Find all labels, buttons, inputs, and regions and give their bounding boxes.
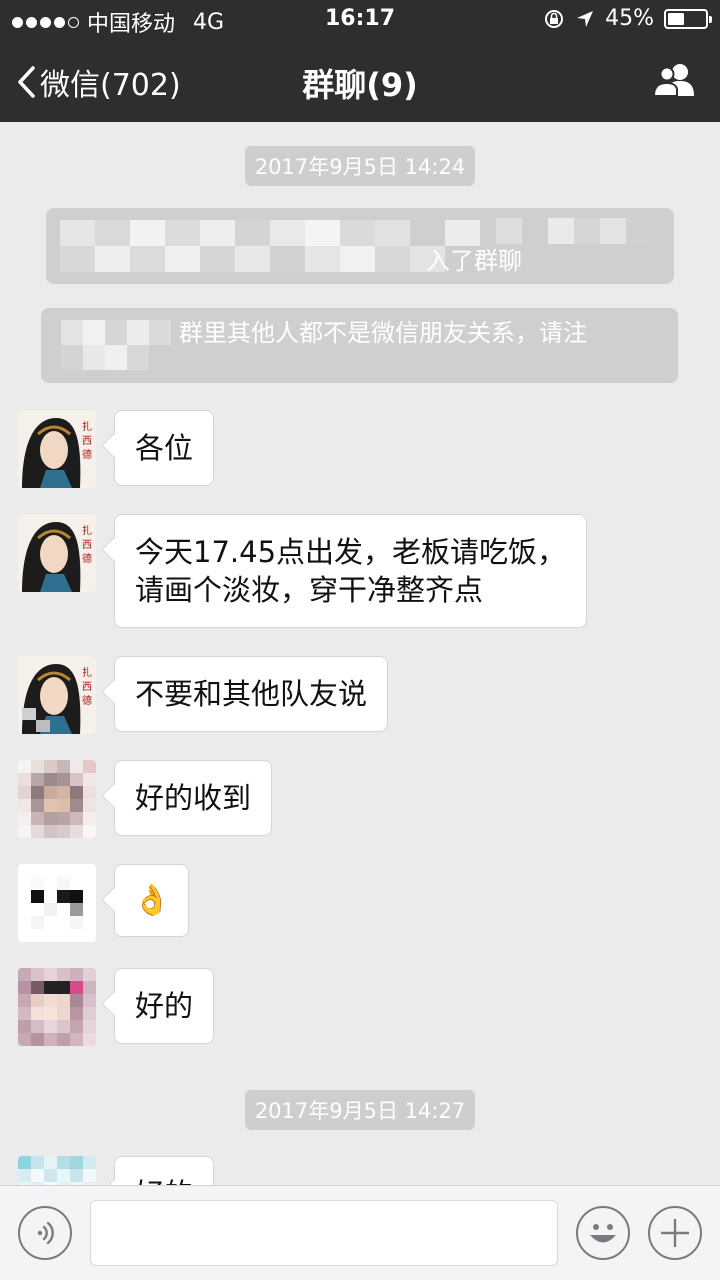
system-message: 群里其他人都不是微信朋友关系，请注 xyxy=(41,308,678,383)
svg-text:扎: 扎 xyxy=(82,524,92,537)
message-row: 👌 xyxy=(18,864,190,942)
message-row: 扎 西 德 各位 xyxy=(18,410,215,488)
pixelated-names xyxy=(60,220,480,272)
message-input[interactable] xyxy=(90,1200,558,1266)
input-bar xyxy=(0,1185,720,1280)
message-bubble[interactable]: 今天17.45点出发，老板请吃饭， 请画个淡妆，穿干净整齐点 xyxy=(114,514,588,628)
svg-text:西: 西 xyxy=(82,682,92,693)
ok-hand-emoji: 👌 xyxy=(133,883,171,918)
message-row: 好的 xyxy=(18,1156,215,1185)
pixelated-names xyxy=(61,320,171,370)
svg-text:西: 西 xyxy=(82,540,92,551)
message-text: 各位 xyxy=(135,431,194,465)
system-message: 入了群聊 xyxy=(46,208,674,284)
location-arrow-icon xyxy=(577,10,594,27)
timestamp-chip: 2017年9月5日 14:24 xyxy=(0,146,720,186)
page-title: 群聊(9) xyxy=(302,66,418,104)
chat-area[interactable]: 2017年9月5日 14:24 入了群聊 群里其他人都不是微信朋友关系，请注 扎… xyxy=(0,122,720,1185)
pixelated-avatar xyxy=(18,760,96,838)
message-row: 好的收到 xyxy=(18,760,273,838)
voice-toggle-button[interactable] xyxy=(18,1206,72,1260)
svg-text:德: 德 xyxy=(82,552,92,565)
nav-bar: 微信(702) 群聊(9) xyxy=(0,40,720,122)
emoji-button[interactable] xyxy=(576,1206,630,1260)
timestamp-label: 2017年9月5日 14:27 xyxy=(244,1090,476,1130)
pixelated-avatar xyxy=(18,864,96,942)
avatar-portrait: 扎 西 德 xyxy=(18,656,96,734)
avatar[interactable]: 扎 西 德 xyxy=(18,410,96,488)
message-bubble[interactable]: 各位 xyxy=(114,410,215,486)
svg-text:西: 西 xyxy=(82,436,92,447)
group-people-icon xyxy=(652,64,694,97)
system-message-text: 入了群聊 xyxy=(426,247,522,275)
message-row: 好的 xyxy=(18,968,215,1046)
pixelated-avatar xyxy=(18,1156,96,1185)
message-text-line: 请画个淡妆，穿干净整齐点 xyxy=(135,573,484,607)
avatar[interactable] xyxy=(18,968,96,1046)
battery-fill xyxy=(668,12,685,25)
svg-text:扎: 扎 xyxy=(82,420,92,433)
group-info-button[interactable] xyxy=(652,62,698,102)
avatar-portrait: 扎 西 德 xyxy=(18,410,96,488)
message-text: 好的 xyxy=(135,1177,193,1185)
status-right: 45% xyxy=(543,6,712,31)
avatar[interactable] xyxy=(18,1156,96,1185)
battery-icon xyxy=(664,8,712,29)
message-text: 好的收到 xyxy=(135,781,252,815)
message-row: 扎 西 德 今天17.45点出发，老板请吃饭， 请画个淡妆，穿干净整齐点 xyxy=(18,514,588,628)
message-bubble[interactable]: 好的 xyxy=(114,968,215,1044)
message-bubble[interactable]: 好的收到 xyxy=(114,760,273,836)
battery-percent: 45% xyxy=(605,6,654,31)
avatar[interactable]: 扎 西 德 xyxy=(18,656,96,734)
status-bar: 中国移动 4G 16:17 45% xyxy=(0,0,720,40)
svg-text:德: 德 xyxy=(82,448,92,461)
message-text: 好的 xyxy=(135,989,194,1023)
avatar[interactable] xyxy=(18,864,96,942)
pixelated-names xyxy=(496,218,656,244)
message-text-line: 今天17.45点出发，老板请吃饭， xyxy=(135,535,567,569)
message-bubble[interactable]: 不要和其他队友说 xyxy=(114,656,389,732)
message-bubble[interactable]: 👌 xyxy=(114,864,190,937)
avatar-portrait: 扎 西 德 xyxy=(18,514,96,592)
timestamp-chip: 2017年9月5日 14:27 xyxy=(0,1090,720,1130)
emoji-icon xyxy=(590,1224,616,1243)
avatar[interactable]: 扎 西 德 xyxy=(18,514,96,592)
svg-text:德: 德 xyxy=(82,694,92,707)
message-row: 扎 西 德 不要和其他队友说 xyxy=(18,656,389,734)
message-bubble[interactable]: 好的 xyxy=(114,1156,215,1185)
avatar[interactable] xyxy=(18,760,96,838)
system-message-text: 群里其他人都不是微信朋友关系，请注 xyxy=(179,319,587,347)
message-text: 不要和其他队友说 xyxy=(135,677,368,711)
timestamp-label: 2017年9月5日 14:24 xyxy=(244,146,476,186)
more-plus-button[interactable] xyxy=(648,1206,702,1260)
pixelated-avatar xyxy=(18,968,96,1046)
rotation-lock-icon xyxy=(545,9,564,28)
svg-text:扎: 扎 xyxy=(82,666,92,679)
plus-icon xyxy=(661,1219,689,1247)
voice-icon xyxy=(37,1221,54,1245)
